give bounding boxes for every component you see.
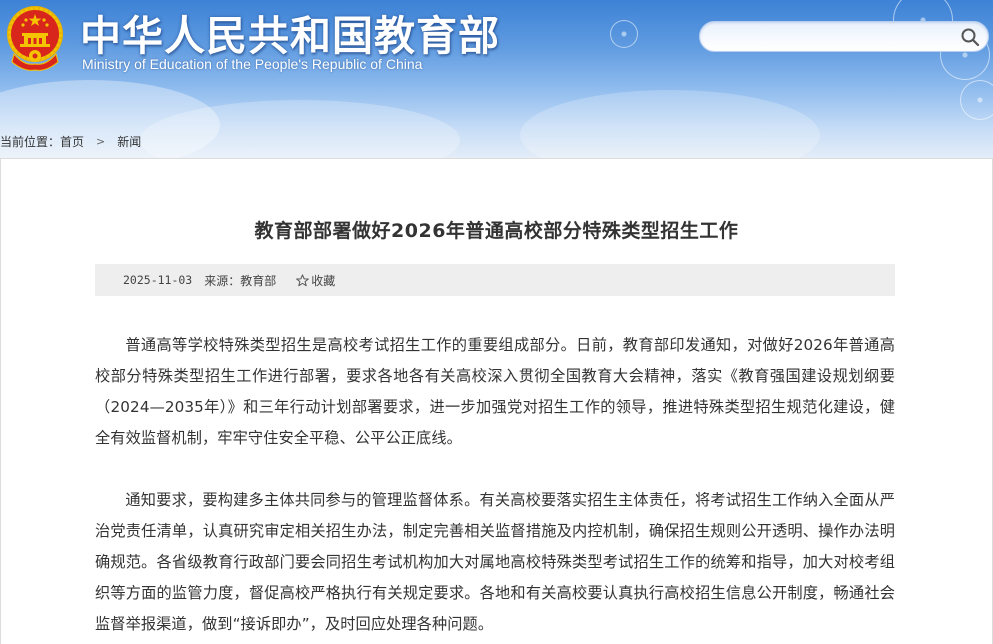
dandelion-decoration — [960, 80, 993, 120]
article-title: 教育部部署做好2026年普通高校部分特殊类型招生工作 — [254, 220, 739, 242]
search-icon[interactable] — [960, 27, 980, 47]
article-paragraph: 普通高等学校特殊类型招生是高校考试招生工作的重要组成部分。日前，教育部印发通知，… — [95, 336, 895, 447]
favorite-button[interactable]: 收藏 — [296, 272, 335, 289]
breadcrumb: 当前位置： 首页 > 新闻 — [0, 131, 141, 151]
breadcrumb-link-home[interactable]: 首页 — [60, 133, 84, 150]
breadcrumb-separator: > — [96, 134, 106, 148]
article-body: 普通高等学校特殊类型招生是高校考试招生工作的重要组成部分。日前，教育部印发通知，… — [95, 330, 895, 640]
site-title[interactable]: 中华人民共和国教育部 — [80, 2, 500, 62]
article-source: 来源：教育部 — [204, 273, 277, 288]
publish-date: 2025-11-03 — [123, 273, 193, 287]
site-header: 中华人民共和国教育部 Ministry of Education of the … — [0, 0, 993, 160]
cloud-decoration — [520, 90, 820, 160]
dandelion-decoration — [610, 20, 638, 48]
national-emblem-icon[interactable] — [4, 4, 66, 72]
article-paragraph: 通知要求，要构建多主体共同参与的管理监督体系。有关高校要落实招生主体责任，将考试… — [95, 491, 895, 633]
search-input[interactable] — [712, 27, 952, 47]
star-icon — [296, 273, 310, 286]
breadcrumb-prefix: 当前位置： — [0, 134, 61, 149]
favorite-label: 收藏 — [311, 273, 336, 288]
breadcrumb-link-news[interactable]: 新闻 — [117, 133, 141, 150]
search-box[interactable] — [699, 21, 989, 52]
article-meta-bar: 2025-11-03 来源：教育部 收藏 — [95, 264, 895, 296]
site-subtitle: Ministry of Education of the People's Re… — [82, 56, 423, 72]
